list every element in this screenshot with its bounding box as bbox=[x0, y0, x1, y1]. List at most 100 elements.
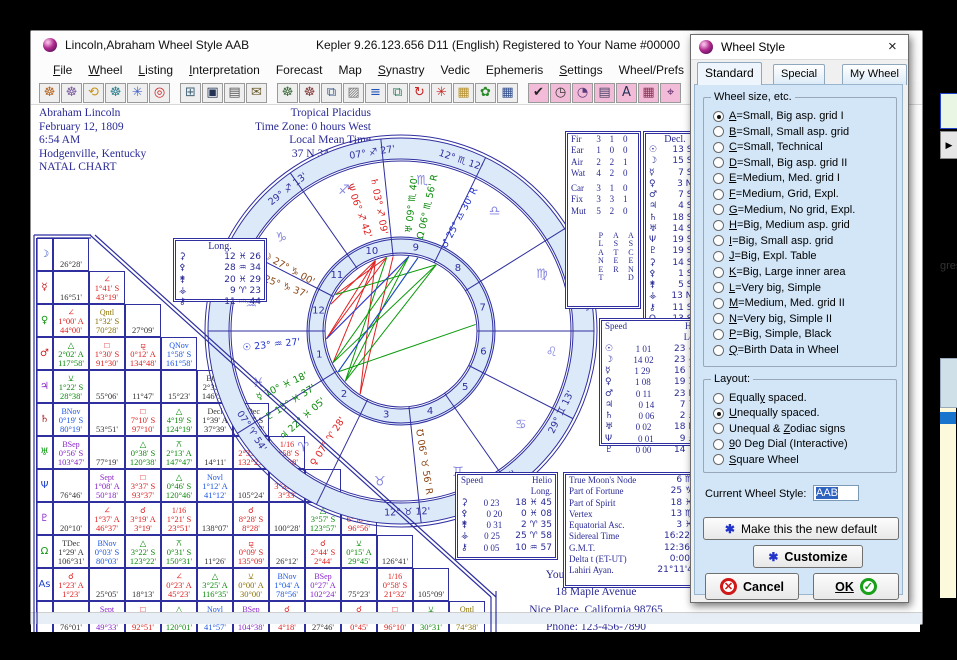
make-default-button[interactable]: ✱ Make this the new default bbox=[703, 517, 899, 540]
menu-item-map[interactable]: Map bbox=[331, 61, 370, 79]
wheel-size-option-d[interactable]: D=Small, Big asp. grid II bbox=[713, 156, 847, 170]
menu-item-file[interactable]: File bbox=[45, 61, 80, 79]
toolbar-calendar-icon[interactable]: ▦ bbox=[497, 83, 518, 103]
menu-item-listing[interactable]: Listing bbox=[130, 61, 181, 79]
toolbar-listing-doc-icon[interactable]: ≡ bbox=[365, 83, 386, 103]
radio-icon[interactable] bbox=[713, 345, 724, 356]
wheel-size-option-n[interactable]: N=Very big, Simple II bbox=[713, 312, 832, 326]
grid-row-label: ☿ bbox=[36, 271, 53, 304]
layout-option-90[interactable]: 90 Deg Dial (Interactive) bbox=[713, 437, 848, 451]
toolbar-mail-icon[interactable]: ✉ bbox=[246, 83, 267, 103]
wheel-size-option-c[interactable]: C=Small, Technical bbox=[713, 140, 823, 154]
radio-icon[interactable] bbox=[713, 282, 724, 293]
toolbar-magnifier-icon[interactable]: ⌖ bbox=[660, 83, 681, 103]
radio-icon[interactable] bbox=[713, 126, 724, 137]
wheel-size-option-a[interactable]: A=Small, Big asp. grid I bbox=[713, 109, 844, 123]
radio-label: Q=Birth Data in Wheel bbox=[729, 344, 839, 356]
radio-icon[interactable] bbox=[713, 423, 724, 434]
box-row: ⚵20 ♓ 29 bbox=[176, 275, 264, 286]
toolbar-wheel-target-icon[interactable]: ◎ bbox=[149, 83, 170, 103]
toolbar-clock-wheel-icon[interactable]: ◔ bbox=[572, 83, 593, 103]
toolbar-wheel-open-icon[interactable]: ☸ bbox=[61, 83, 82, 103]
toolbar-clock-icon[interactable]: ◷ bbox=[550, 83, 571, 103]
wheel-size-option-g[interactable]: G=Medium, No grid, Expl. bbox=[713, 203, 855, 217]
tab-special[interactable]: Special bbox=[773, 64, 825, 85]
radio-icon[interactable] bbox=[713, 298, 724, 309]
cancel-button[interactable]: ✕ Cancel bbox=[705, 573, 799, 600]
toolbar-check-icon[interactable]: ✔ bbox=[528, 83, 549, 103]
layout-option-square[interactable]: Square Wheel bbox=[713, 453, 799, 467]
tab-my-wheel[interactable]: My Wheel bbox=[842, 64, 907, 85]
aspect-grid-cell: 75°23' bbox=[341, 568, 377, 601]
toolbar-grid-gold-icon[interactable]: ▦ bbox=[453, 83, 474, 103]
radio-icon[interactable] bbox=[713, 220, 724, 231]
aspect-grid-cell: 55°06' bbox=[89, 370, 125, 403]
toolbar-refresh-icon[interactable]: ↻ bbox=[409, 83, 430, 103]
toolbar-save-icon[interactable]: ▣ bbox=[202, 83, 223, 103]
grid-row-label: ♃ bbox=[36, 370, 53, 403]
toolbar-wheel-window2-icon[interactable]: ☸ bbox=[299, 83, 320, 103]
longitude-box: Long.⚳12 ♓ 26⚴28 ♒ 34⚵20 ♓ 29⚶9 ♈ 23⚷11 … bbox=[173, 238, 267, 302]
radio-icon[interactable] bbox=[713, 439, 724, 450]
menu-item-settings[interactable]: Settings bbox=[551, 61, 610, 79]
aspect-grid-cell: 20°10' bbox=[53, 502, 89, 535]
menu-item-interpretation[interactable]: Interpretation bbox=[181, 61, 268, 79]
wheel-size-option-m[interactable]: M=Medium, Med. grid II bbox=[713, 296, 845, 310]
radio-icon[interactable] bbox=[713, 142, 724, 153]
customize-button[interactable]: ✱ Customize bbox=[753, 545, 863, 568]
wheel-size-option-q[interactable]: Q=Birth Data in Wheel bbox=[713, 343, 839, 357]
wheel-size-option-l[interactable]: L=Very big, Simple bbox=[713, 281, 821, 295]
toolbar-doc-search-icon[interactable]: ▤ bbox=[594, 83, 615, 103]
wheel-size-option-j[interactable]: J=Big, Expl. Table bbox=[713, 249, 817, 263]
toolbar-nature-icon[interactable]: ✿ bbox=[475, 83, 496, 103]
menu-item-ephemeris[interactable]: Ephemeris bbox=[478, 61, 551, 79]
toolbar-documents-icon[interactable]: ⧉ bbox=[387, 83, 408, 103]
aspect-grid-cell: ∠0°23' A45°23' bbox=[161, 568, 197, 601]
layout-option-unequally[interactable]: Unequally spaced. bbox=[713, 406, 820, 420]
radio-icon[interactable] bbox=[713, 111, 724, 122]
toolbar-cascade-icon[interactable]: ⧉ bbox=[321, 83, 342, 103]
menu-item-forecast[interactable]: Forecast bbox=[268, 61, 331, 79]
wheel-size-option-k[interactable]: K=Big, Large inner area bbox=[713, 265, 846, 279]
layout-option-unequal[interactable]: Unequal & Zodiac signs bbox=[713, 422, 845, 436]
layout-option-equally[interactable]: Equally spaced. bbox=[713, 391, 807, 405]
radio-icon[interactable] bbox=[713, 157, 724, 168]
menu-item-wheel-prefs[interactable]: Wheel/Prefs bbox=[611, 61, 692, 79]
menu-item-synastry[interactable]: Synastry bbox=[370, 61, 433, 79]
toolbar-wheel-new-icon[interactable]: ☸ bbox=[39, 83, 60, 103]
menu-item-vedic[interactable]: Vedic bbox=[433, 61, 478, 79]
toolbar-asterisk-icon[interactable]: ✳ bbox=[431, 83, 452, 103]
wheel-size-option-p[interactable]: P=Big, Simple, Black bbox=[713, 327, 831, 341]
wheel-size-option-b[interactable]: B=Small, Small asp. grid bbox=[713, 125, 849, 139]
radio-icon[interactable] bbox=[713, 313, 724, 324]
radio-icon[interactable] bbox=[713, 204, 724, 215]
wheel-size-option-e[interactable]: E=Medium, Med. grid I bbox=[713, 171, 840, 185]
radio-icon[interactable] bbox=[713, 251, 724, 262]
arrow-button[interactable]: ▶ bbox=[940, 131, 957, 159]
tab-standard[interactable]: Standard bbox=[697, 62, 762, 85]
wheel-size-option-h[interactable]: H=Big, Medium asp. grid bbox=[713, 218, 850, 232]
wheel-size-option-f[interactable]: F=Medium, Grid, Expl. bbox=[713, 187, 839, 201]
toolbar-wheel-pick-icon[interactable]: ☸ bbox=[105, 83, 126, 103]
radio-icon[interactable] bbox=[713, 235, 724, 246]
radio-icon[interactable] bbox=[713, 408, 724, 419]
toolbar-compare-icon[interactable]: ▨ bbox=[343, 83, 364, 103]
toolbar-wheel-back-icon[interactable]: ⟲ bbox=[83, 83, 104, 103]
radio-icon[interactable] bbox=[713, 173, 724, 184]
toolbar-print-icon[interactable]: ▤ bbox=[224, 83, 245, 103]
toolbar-wheel-blue-icon[interactable]: ✳ bbox=[127, 83, 148, 103]
toolbar-doc-a-icon[interactable]: A bbox=[616, 83, 637, 103]
dialog-close-icon[interactable]: × bbox=[888, 38, 897, 55]
toolbar-wheel-window-icon[interactable]: ☸ bbox=[277, 83, 298, 103]
current-style-input[interactable]: AAB bbox=[813, 485, 859, 501]
toolbar-chart-window-icon[interactable]: ⊞ bbox=[180, 83, 201, 103]
radio-icon[interactable] bbox=[713, 329, 724, 340]
radio-icon[interactable] bbox=[713, 393, 724, 404]
radio-icon[interactable] bbox=[713, 189, 724, 200]
wheel-size-option-i[interactable]: I=Big, Small asp. grid bbox=[713, 234, 833, 248]
toolbar-small-grid-icon[interactable]: ▦ bbox=[638, 83, 659, 103]
radio-icon[interactable] bbox=[713, 454, 724, 465]
radio-icon[interactable] bbox=[713, 267, 724, 278]
ok-button[interactable]: OK ✓ bbox=[813, 573, 899, 600]
menu-item-wheel[interactable]: Wheel bbox=[80, 61, 130, 79]
